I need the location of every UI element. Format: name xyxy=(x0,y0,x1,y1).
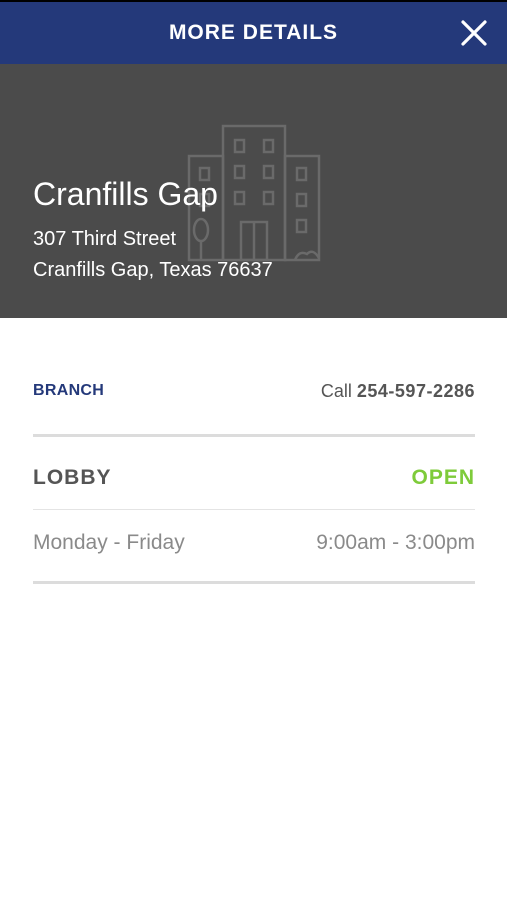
header-bar: MORE DETAILS xyxy=(0,0,507,64)
divider xyxy=(33,581,475,584)
call-link[interactable]: Call 254-597-2286 xyxy=(321,381,475,402)
hours-row: Monday - Friday 9:00am - 3:00pm xyxy=(33,527,475,559)
call-prefix: Call xyxy=(320,380,352,401)
address-line-2: Cranfills Gap, Texas 76637 xyxy=(33,259,273,281)
branch-label: BRANCH xyxy=(33,382,105,399)
branch-name: Cranfills Gap xyxy=(33,176,218,212)
phone-number[interactable]: 254-597-2286 xyxy=(357,381,475,401)
address-line-1: 307 Third Street xyxy=(33,228,177,250)
lobby-label: LOBBY xyxy=(33,466,112,489)
hours-time: 9:00am - 3:00pm xyxy=(316,531,475,554)
divider xyxy=(33,434,475,437)
hours-days: Monday - Friday xyxy=(33,531,185,554)
page-title: MORE DETAILS xyxy=(168,21,339,44)
status-badge: OPEN xyxy=(411,466,475,489)
divider xyxy=(33,509,475,510)
branch-hero: Cranfills Gap 307 Third Street Cranfills… xyxy=(0,64,507,318)
lobby-row: LOBBY OPEN xyxy=(33,460,475,496)
close-icon[interactable] xyxy=(459,18,489,48)
branch-contact-row: BRANCH Call 254-597-2286 xyxy=(33,372,475,410)
